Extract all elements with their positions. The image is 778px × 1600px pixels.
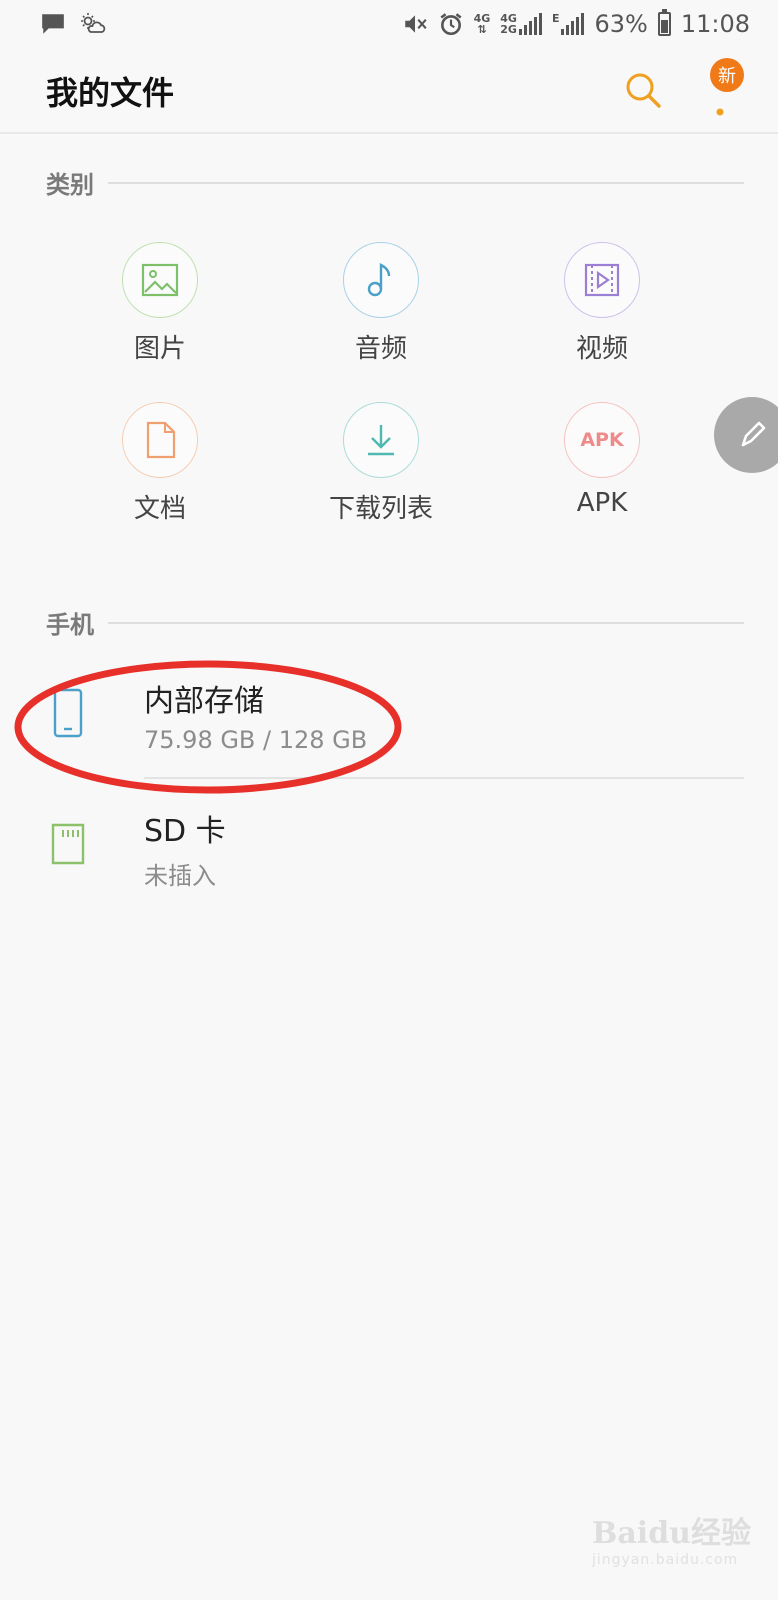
page-title: 我的文件 — [46, 74, 175, 112]
storage-status: 未插入 — [144, 862, 216, 890]
mute-icon — [404, 15, 427, 33]
pencil-icon — [741, 421, 766, 447]
category-downloads[interactable]: 下载列表 — [281, 402, 481, 525]
message-icon — [42, 14, 64, 34]
watermark-logo: Baidu经验 — [592, 1516, 751, 1551]
weather-icon — [81, 13, 106, 33]
status-left — [40, 11, 106, 37]
battery-icon — [657, 9, 671, 36]
apk-icon-text: APK — [580, 429, 624, 451]
signal-icon — [518, 13, 542, 35]
network-type-3: E — [552, 13, 585, 35]
signal-icon — [561, 13, 585, 35]
battery-percent: 63% — [594, 10, 648, 38]
music-note-icon — [343, 242, 419, 318]
category-images[interactable]: 图片 — [60, 242, 260, 365]
app-bar: 我的文件 新 — [0, 48, 778, 134]
section-divider — [108, 621, 744, 624]
new-badge: 新 — [710, 58, 744, 92]
status-right: 4G ⇅ 4G 2G E 63% 11:08 — [402, 9, 750, 38]
sd-card-item[interactable]: SD 卡 未插入 — [0, 780, 778, 910]
status-bar: 4G ⇅ 4G 2G E 63% 11:08 — [0, 0, 778, 48]
download-icon — [343, 402, 419, 478]
data-arrows-icon: ⇅ — [477, 23, 487, 36]
storage-title: 内部存储 — [144, 684, 264, 719]
internal-storage-item[interactable]: 内部存储 75.98 GB / 128 GB — [0, 650, 778, 780]
watermark-url: jingyan.baidu.com — [592, 1552, 739, 1568]
apk-icon: APK — [564, 402, 640, 478]
clock: 11:08 — [680, 10, 750, 38]
search-icon[interactable] — [622, 68, 666, 112]
alarm-icon — [440, 13, 462, 36]
category-apk[interactable]: APK APK — [502, 402, 702, 518]
sd-card-icon — [51, 823, 85, 865]
category-label: 音频 — [354, 334, 407, 364]
category-label: 图片 — [133, 334, 186, 364]
category-label: 文档 — [133, 494, 186, 524]
list-divider — [144, 777, 744, 779]
network-type-2: 4G 2G — [500, 13, 542, 35]
category-label: 下载列表 — [328, 494, 433, 524]
section-label: 类别 — [46, 171, 94, 199]
network-label: E — [551, 12, 560, 25]
storage-usage: 75.98 GB / 128 GB — [144, 726, 368, 754]
category-label: 视频 — [575, 334, 628, 364]
edit-button[interactable] — [714, 397, 778, 473]
category-video[interactable]: 视频 — [502, 242, 702, 365]
image-icon — [122, 242, 198, 318]
section-divider — [108, 181, 744, 184]
category-audio[interactable]: 音频 — [281, 242, 481, 365]
category-label: APK — [576, 488, 628, 518]
network-label: 2G — [500, 23, 517, 36]
section-label: 手机 — [46, 611, 94, 639]
category-section-header: 类别 — [46, 165, 744, 200]
storage-title: SD 卡 — [144, 814, 226, 849]
video-icon — [564, 242, 640, 318]
network-type-1: 4G ⇅ — [474, 13, 491, 35]
category-documents[interactable]: 文档 — [60, 402, 260, 525]
document-icon — [122, 402, 198, 478]
phone-storage-icon — [53, 688, 83, 738]
phone-section-header: 手机 — [46, 605, 744, 640]
watermark: Baidu经验 jingyan.baidu.com — [592, 1508, 762, 1574]
